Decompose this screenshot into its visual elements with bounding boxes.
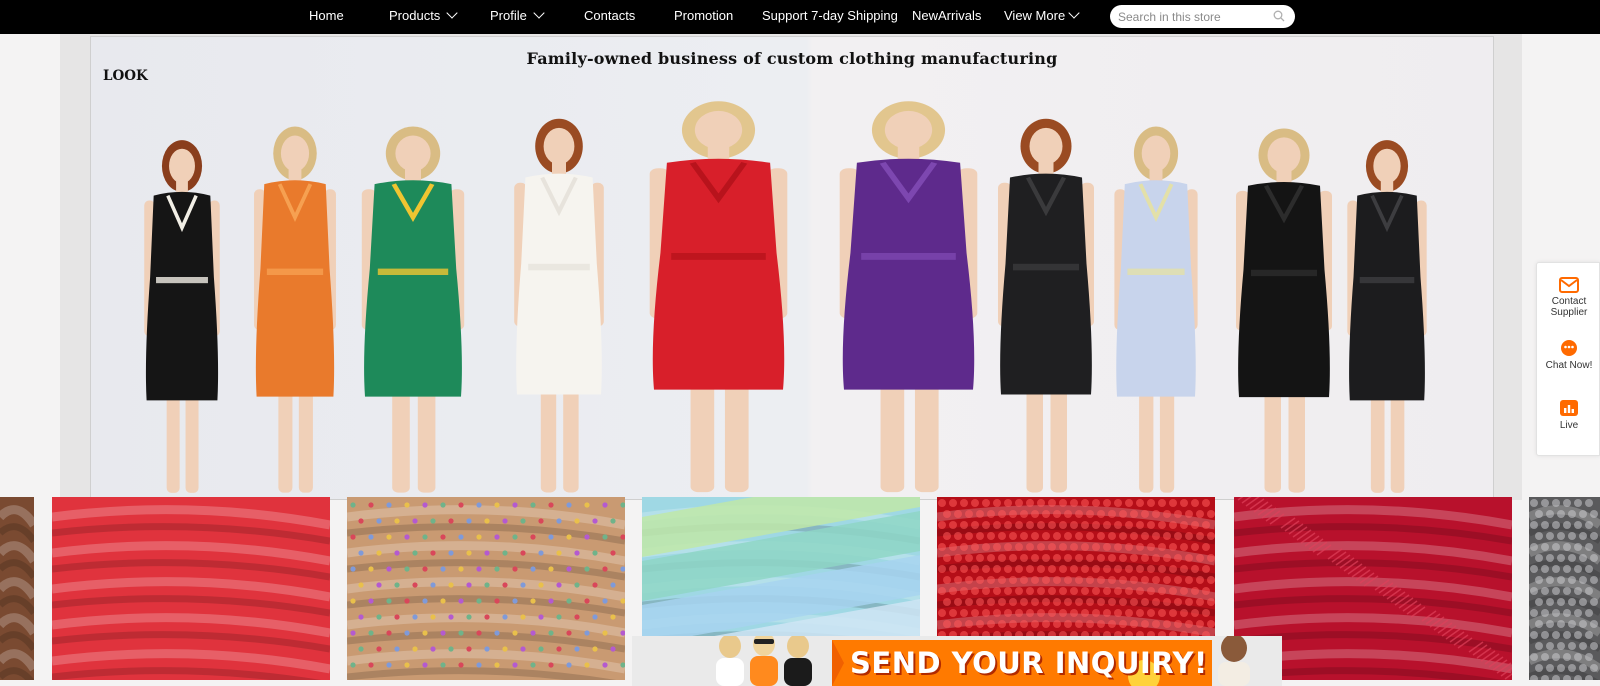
rhinestone-fabric[interactable] <box>347 497 625 680</box>
top-navigation-bar: Home Products Profile Contacts Promotion… <box>0 0 1600 34</box>
chevron-down-icon <box>446 7 458 19</box>
search-icon[interactable] <box>1273 10 1285 22</box>
look-label: LOOK <box>103 68 148 84</box>
nav-products[interactable]: Products <box>389 0 458 34</box>
silver-sequin-fabric[interactable] <box>1529 497 1600 680</box>
nav-home[interactable]: Home <box>309 0 344 34</box>
chevron-down-icon <box>1068 7 1080 19</box>
nav-profile[interactable]: Profile <box>490 0 545 34</box>
rhinestone-fabric-art <box>347 497 625 680</box>
nav-support-shipping[interactable]: Support 7-day Shipping <box>762 0 898 34</box>
nav-contacts[interactable]: Contacts <box>584 0 635 34</box>
live-label: Live <box>1559 420 1579 431</box>
contact-supplier-button[interactable]: Contact Supplier <box>1537 277 1600 318</box>
contact-label-line2: Supplier <box>1550 307 1588 318</box>
contact-label-line1: Contact <box>1551 296 1587 307</box>
left-margin <box>0 34 60 500</box>
model-red-corset-dress <box>649 101 788 493</box>
search-input[interactable] <box>1118 8 1268 25</box>
live-icon <box>1560 400 1578 416</box>
inquiry-banner[interactable]: SEND YOUR INQUIRY! <box>632 636 1282 686</box>
envelope-icon <box>1559 277 1579 293</box>
model-white-midi-dress <box>514 118 604 493</box>
model-black-sequin-minidress <box>1347 140 1427 493</box>
inquiry-banner-text: SEND YOUR INQUIRY! <box>850 646 1208 680</box>
chat-label: Chat Now! <box>1545 360 1593 371</box>
contact-widget: Contact Supplier Chat Now! Live <box>1536 262 1600 456</box>
silver-sequin-fabric-art <box>1529 497 1600 680</box>
live-button[interactable]: Live <box>1537 399 1600 431</box>
store-search <box>1110 5 1295 28</box>
chat-now-button[interactable]: Chat Now! <box>1537 339 1600 371</box>
model-floral-cutout-dress <box>1114 126 1198 493</box>
chat-icon <box>1561 340 1577 356</box>
red-satin-fabric-art <box>52 497 330 680</box>
nav-view-more[interactable]: View More <box>1004 0 1080 34</box>
model-black-white-knit-minidress <box>144 140 220 493</box>
brown-fabric[interactable] <box>0 497 34 680</box>
brown-fabric-art <box>0 497 34 680</box>
model-green-print-maxi <box>361 126 465 493</box>
red-satin-fabric[interactable] <box>52 497 330 680</box>
hero-banner[interactable]: Family-owned business of custom clothing… <box>90 36 1494 500</box>
hero-title: Family-owned business of custom clothing… <box>526 49 1058 68</box>
chevron-down-icon <box>533 7 545 19</box>
nav-new-arrivals[interactable]: NewArrivals <box>912 0 981 34</box>
nav-promotion[interactable]: Promotion <box>674 0 733 34</box>
